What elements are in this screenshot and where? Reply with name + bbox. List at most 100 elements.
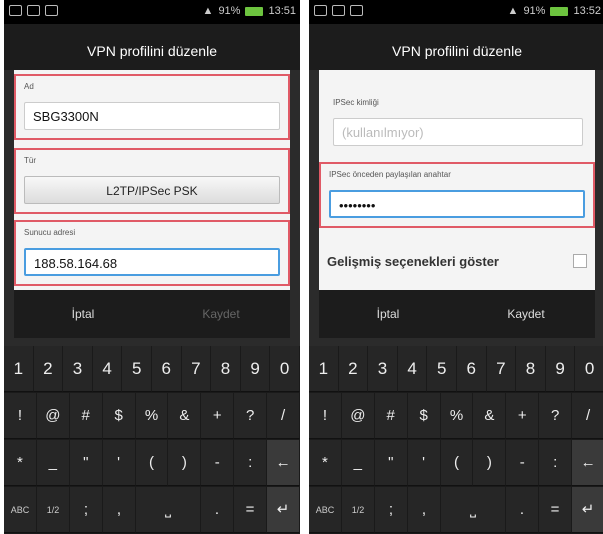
key[interactable]: : (234, 440, 268, 486)
key[interactable]: " (69, 440, 103, 486)
backspace-icon[interactable]: ← (572, 440, 603, 486)
key[interactable]: 5 (427, 346, 457, 392)
key[interactable]: _ (36, 440, 70, 486)
key[interactable]: : (539, 440, 573, 486)
keyboard-row-bottom: ABC 1/2 ; , ⎵ . = ↵ (4, 487, 300, 533)
key[interactable]: 3 (63, 346, 93, 392)
key[interactable]: 3 (368, 346, 398, 392)
key[interactable]: / (267, 393, 300, 439)
key[interactable]: 6 (151, 346, 182, 392)
key[interactable]: 6 (456, 346, 487, 392)
key[interactable]: + (201, 393, 235, 439)
notification-icon (314, 5, 327, 16)
key[interactable]: & (168, 393, 202, 439)
key[interactable]: & (473, 393, 507, 439)
phone-screen-left: ▲ 91% 13:51 VPN profilini düzenle Ad SBG… (4, 0, 300, 534)
type-select[interactable]: L2TP/IPSec PSK (24, 176, 280, 204)
key[interactable]: 7 (181, 346, 212, 392)
key[interactable]: 1 (4, 346, 34, 392)
key[interactable]: ? (539, 393, 573, 439)
cancel-button[interactable]: İptal (14, 290, 152, 338)
signal-icon: ▲ (202, 5, 214, 17)
keyboard-row-symbols: ! @ # $ % & + ? / (4, 393, 300, 439)
page-key[interactable]: 1/2 (37, 487, 70, 533)
ipsec-id-label: IPSec kimliği (333, 98, 379, 107)
key[interactable]: ( (135, 440, 169, 486)
key[interactable]: ; (375, 487, 408, 533)
key[interactable]: ' (407, 440, 441, 486)
key[interactable]: 8 (211, 346, 241, 392)
key[interactable]: - (201, 440, 235, 486)
backspace-icon[interactable]: ← (267, 440, 300, 486)
key[interactable]: , (103, 487, 136, 533)
space-key[interactable]: ⎵ (441, 487, 506, 533)
dialog-content: Ad SBG3300N Tür L2TP/IPSec PSK Sunucu ad… (14, 70, 290, 290)
key[interactable]: = (234, 487, 267, 533)
keyboard-row-bottom: ABC 1/2 ; , ⎵ . = ↵ (309, 487, 603, 533)
key[interactable]: , (408, 487, 441, 533)
key[interactable]: - (506, 440, 540, 486)
key[interactable]: _ (341, 440, 375, 486)
key[interactable]: 0 (270, 346, 300, 392)
page-key[interactable]: 1/2 (342, 487, 375, 533)
key[interactable]: 4 (397, 346, 428, 392)
abc-key[interactable]: ABC (4, 487, 37, 533)
key[interactable]: ; (70, 487, 103, 533)
key[interactable]: * (4, 440, 37, 486)
key[interactable]: 2 (338, 346, 369, 392)
key[interactable]: ? (234, 393, 268, 439)
key[interactable]: % (135, 393, 169, 439)
dialog-buttons: İptal Kaydet (14, 290, 290, 338)
name-field-group: Ad SBG3300N (14, 74, 290, 140)
space-key[interactable]: ⎵ (136, 487, 201, 533)
key[interactable]: ( (440, 440, 474, 486)
server-address-input[interactable]: 188.58.164.68 (24, 248, 280, 276)
keyboard: 1 2 3 4 5 6 7 8 9 0 ! @ # $ % & + ? / * … (309, 346, 603, 534)
key[interactable]: . (506, 487, 539, 533)
key[interactable]: 5 (122, 346, 152, 392)
key[interactable]: * (309, 440, 342, 486)
key[interactable]: @ (341, 393, 375, 439)
key[interactable]: 9 (240, 346, 271, 392)
advanced-options-checkbox[interactable] (573, 254, 587, 268)
key[interactable]: ! (4, 393, 37, 439)
name-input[interactable]: SBG3300N (24, 102, 280, 130)
key[interactable]: + (506, 393, 540, 439)
advanced-options-row[interactable]: Gelişmiş seçenekleri göster (327, 246, 587, 278)
key[interactable]: @ (36, 393, 70, 439)
abc-key[interactable]: ABC (309, 487, 342, 533)
key[interactable]: ' (102, 440, 136, 486)
save-button[interactable]: Kaydet (152, 290, 290, 338)
gallery-icon (332, 5, 345, 16)
save-button[interactable]: Kaydet (457, 290, 595, 338)
key[interactable]: ! (309, 393, 342, 439)
clock: 13:52 (573, 5, 601, 17)
key[interactable]: $ (102, 393, 136, 439)
key[interactable]: " (374, 440, 408, 486)
enter-icon[interactable]: ↵ (267, 487, 300, 533)
battery-icon (245, 6, 264, 16)
key[interactable]: # (69, 393, 103, 439)
cancel-button[interactable]: İptal (319, 290, 457, 338)
key[interactable]: 0 (575, 346, 603, 392)
dialog-content: IPSec kimliği (kullanılmıyor) IPSec önce… (319, 70, 595, 290)
key[interactable]: 7 (486, 346, 517, 392)
key[interactable]: 8 (516, 346, 546, 392)
key[interactable]: 1 (309, 346, 339, 392)
psk-input[interactable]: •••••••• (329, 190, 585, 218)
key[interactable]: / (572, 393, 603, 439)
key[interactable]: 4 (92, 346, 123, 392)
key[interactable]: 2 (33, 346, 64, 392)
server-label: Sunucu adresi (24, 228, 76, 237)
key[interactable]: $ (407, 393, 441, 439)
key[interactable]: ) (473, 440, 507, 486)
key[interactable]: % (440, 393, 474, 439)
key[interactable]: = (539, 487, 572, 533)
key[interactable]: ) (168, 440, 202, 486)
keyboard-row-symbols: ! @ # $ % & + ? / (309, 393, 603, 439)
key[interactable]: # (374, 393, 408, 439)
enter-icon[interactable]: ↵ (572, 487, 603, 533)
key[interactable]: . (201, 487, 234, 533)
key[interactable]: 9 (545, 346, 576, 392)
ipsec-id-input[interactable]: (kullanılmıyor) (333, 118, 583, 146)
